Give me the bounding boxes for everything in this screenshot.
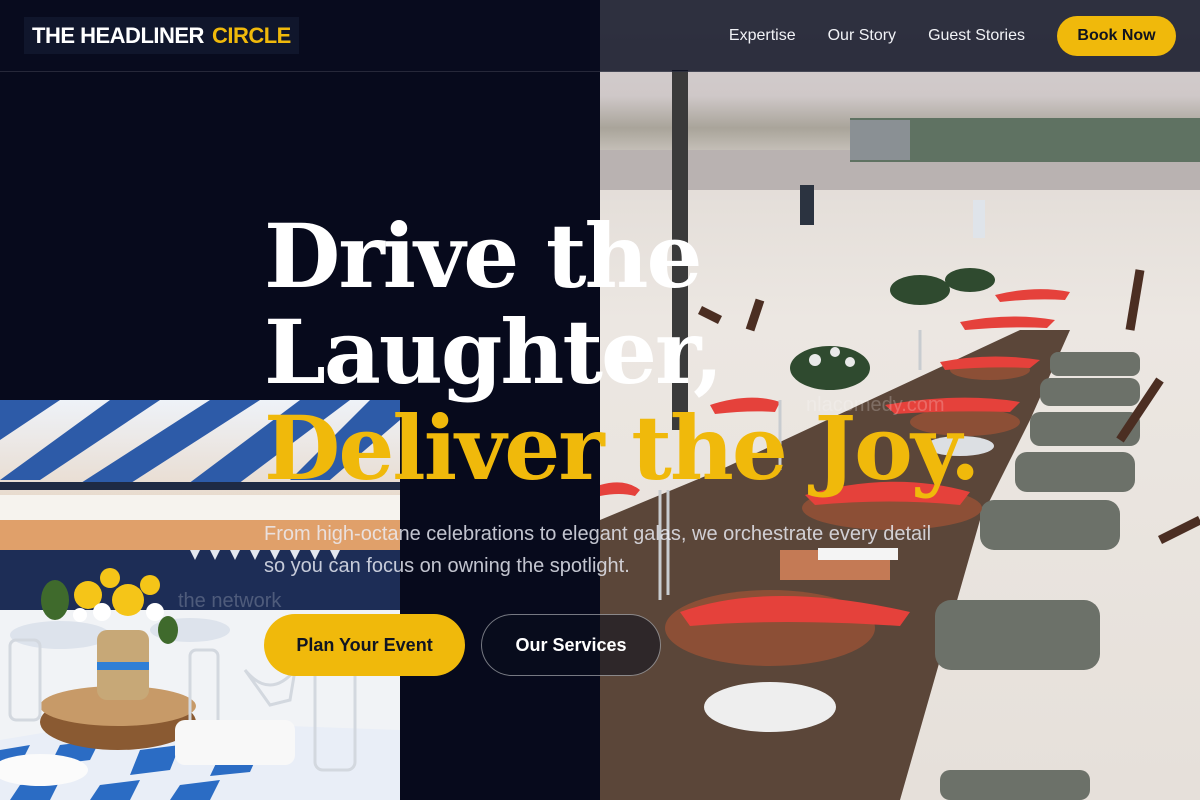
hero-subtitle: From high-octane celebrations to elegant… bbox=[264, 523, 932, 577]
our-services-button[interactable]: Our Services bbox=[481, 614, 661, 676]
hero-title: Drive the Laughter, Deliver the Joy. bbox=[264, 204, 981, 496]
nav-link-guest-stories[interactable]: Guest Stories bbox=[928, 27, 1025, 45]
plan-your-event-button[interactable]: Plan Your Event bbox=[264, 614, 465, 676]
nav-links: Expertise Our Story Guest Stories Book N… bbox=[729, 16, 1176, 56]
nav-link-expertise[interactable]: Expertise bbox=[729, 27, 796, 45]
nav-link-our-story[interactable]: Our Story bbox=[828, 27, 896, 45]
top-navbar: THE HEADLINER CIRCLE Expertise Our Story… bbox=[0, 0, 1200, 72]
hero-title-line-1: Drive the bbox=[264, 204, 702, 308]
brand-name-accent: CIRCLE bbox=[211, 22, 291, 48]
brand-logo[interactable]: THE HEADLINER CIRCLE bbox=[24, 17, 299, 54]
book-now-button[interactable]: Book Now bbox=[1057, 16, 1176, 56]
watermark-text: nlacomedy.com bbox=[806, 394, 945, 416]
hero-title-line-2: Laughter, bbox=[264, 300, 724, 404]
watermark-text: the network bbox=[178, 590, 282, 612]
brand-name: THE HEADLINER bbox=[32, 22, 204, 48]
